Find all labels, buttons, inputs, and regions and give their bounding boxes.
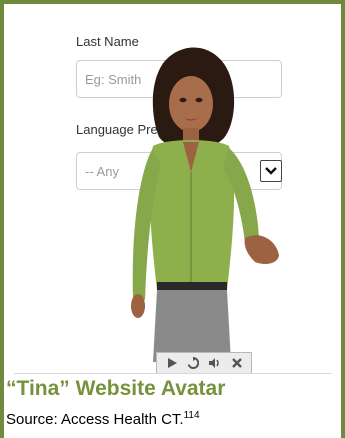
caption-divider (14, 373, 332, 374)
media-player-controls (156, 352, 252, 374)
avatar-face (169, 76, 213, 132)
form-panel: Last Name Eg: Smith Language Preference … (14, 12, 332, 374)
footnote-reference: 114 (183, 410, 200, 421)
replay-icon[interactable] (187, 357, 199, 369)
figure-caption-title: “Tina” Website Avatar (6, 377, 226, 400)
volume-icon[interactable] (208, 357, 222, 369)
caption-source-text: Source: Access Health CT. (6, 411, 184, 428)
tina-avatar (131, 47, 279, 362)
play-icon[interactable] (166, 357, 178, 369)
figure-caption-source: Source: Access Health CT.114 (6, 410, 200, 428)
close-icon[interactable] (231, 357, 243, 369)
